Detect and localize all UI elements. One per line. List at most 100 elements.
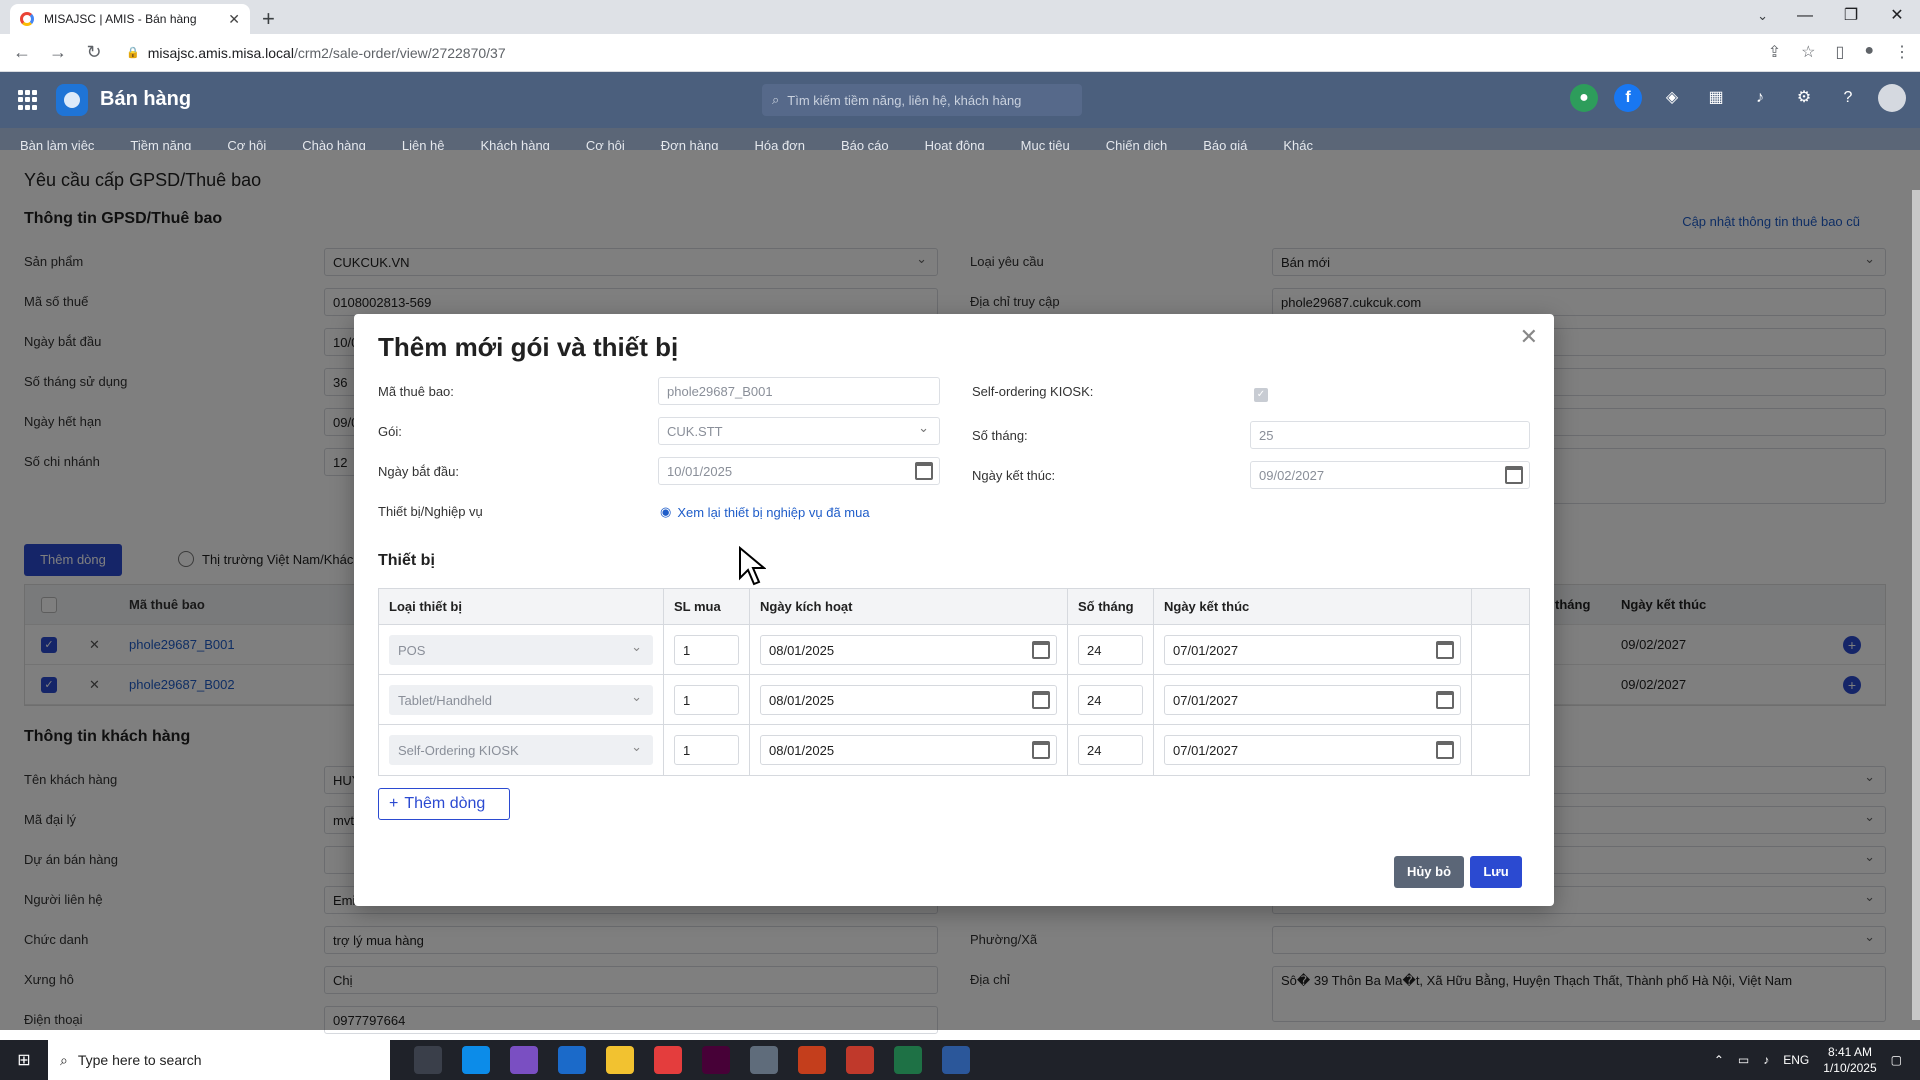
global-search-input[interactable]: ⌕ Tìm kiếm tiềm năng, liên hệ, khách hàn… <box>762 84 1082 116</box>
excel-icon[interactable] <box>894 1046 922 1074</box>
activate-date-input[interactable]: 08/01/2025 <box>760 735 1057 765</box>
taskbar-search-input[interactable]: ⌕ Type here to search <box>48 1040 390 1080</box>
help-icon[interactable]: ? <box>1834 84 1862 112</box>
word-icon[interactable] <box>942 1046 970 1074</box>
close-tab-icon[interactable]: ✕ <box>228 11 240 28</box>
module-tab[interactable]: Cơ hội <box>227 138 266 150</box>
module-tab[interactable]: Bàn làm việc <box>20 138 94 150</box>
site-favicon-icon <box>20 12 34 26</box>
chat-icon[interactable]: ● <box>1570 84 1598 112</box>
end-date-field[interactable]: 09/02/2027 <box>1250 461 1530 489</box>
module-tab[interactable]: Báo cáo <box>841 138 889 150</box>
bell-icon[interactable]: ♪ <box>1746 84 1774 112</box>
calendar-icon[interactable] <box>1032 691 1050 709</box>
app-icon[interactable] <box>846 1046 874 1074</box>
gear-icon[interactable]: ⚙ <box>1790 84 1818 112</box>
notification-icon[interactable]: ▢ <box>1891 1053 1902 1067</box>
calendar-icon[interactable] <box>1436 641 1454 659</box>
share-icon[interactable]: ⇪ <box>1768 42 1781 62</box>
package-select[interactable]: CUK.STT <box>658 417 940 445</box>
edge-icon[interactable] <box>462 1046 490 1074</box>
kiosk-checkbox[interactable]: ✓ <box>1254 388 1268 402</box>
months-input[interactable]: 24 <box>1078 735 1143 765</box>
forward-icon[interactable]: → <box>44 42 72 63</box>
app-launcher-icon[interactable] <box>18 90 38 110</box>
chrome-icon[interactable] <box>750 1046 778 1074</box>
module-tab[interactable]: Hoạt động <box>925 138 985 150</box>
calendar-icon[interactable] <box>1032 641 1050 659</box>
minimize-button[interactable]: — <box>1782 0 1828 34</box>
table-row: Tablet/Handheld 1 08/01/2025 24 07/01/20… <box>379 675 1529 725</box>
qty-input[interactable]: 1 <box>674 635 739 665</box>
device-type-select[interactable]: Tablet/Handheld <box>389 685 653 715</box>
module-tab[interactable]: Cơ hội <box>586 138 625 150</box>
end-date-input[interactable]: 07/01/2027 <box>1164 735 1461 765</box>
visual-studio-icon[interactable] <box>510 1046 538 1074</box>
adobe-xd-icon[interactable] <box>702 1046 730 1074</box>
calendar-icon[interactable]: ▦ <box>1702 84 1730 112</box>
end-date-input[interactable]: 07/01/2027 <box>1164 685 1461 715</box>
calendar-icon[interactable] <box>1436 691 1454 709</box>
app-icon[interactable] <box>654 1046 682 1074</box>
facebook-icon[interactable]: f <box>1614 84 1642 112</box>
qty-input[interactable]: 1 <box>674 685 739 715</box>
start-date-field[interactable]: 10/01/2025 <box>658 457 940 485</box>
box-icon[interactable]: ◈ <box>1658 84 1686 112</box>
avatar[interactable] <box>1878 84 1906 112</box>
mail-icon[interactable] <box>558 1046 586 1074</box>
task-view-icon[interactable] <box>414 1046 442 1074</box>
activate-date-input[interactable]: 08/01/2025 <box>760 635 1057 665</box>
add-device-row-button[interactable]: + Thêm dòng <box>378 788 510 820</box>
new-tab-button[interactable]: + <box>262 6 275 32</box>
module-tab[interactable]: Chào hàng <box>302 138 366 150</box>
months-input[interactable]: 24 <box>1078 635 1143 665</box>
module-tab[interactable]: Khác <box>1283 138 1313 150</box>
profile-icon[interactable]: ● <box>1864 42 1874 62</box>
module-tab[interactable]: Báo giá <box>1203 138 1247 150</box>
cancel-button[interactable]: Hủy bỏ <box>1394 856 1464 888</box>
months-input[interactable]: 24 <box>1078 685 1143 715</box>
clock[interactable]: 8:41 AM 1/10/2025 <box>1823 1044 1876 1076</box>
browser-tab[interactable]: MISAJSC | AMIS - Bán hàng ✕ <box>10 4 250 34</box>
page-scrollbar[interactable] <box>1912 190 1920 1020</box>
module-tab[interactable]: Chiến dịch <box>1106 138 1167 150</box>
network-icon[interactable]: ▭ <box>1738 1053 1749 1067</box>
module-tab[interactable]: Liên hệ <box>402 138 445 150</box>
close-window-button[interactable]: ✕ <box>1874 0 1920 34</box>
activate-date-input[interactable]: 08/01/2025 <box>760 685 1057 715</box>
view-purchased-devices-link[interactable]: ◉ Xem lại thiết bị nghiệp vụ đã mua <box>660 504 870 520</box>
module-tab[interactable]: Đơn hàng <box>661 138 719 150</box>
side-panel-icon[interactable]: ▯ <box>1836 42 1845 62</box>
end-date-input[interactable]: 07/01/2027 <box>1164 635 1461 665</box>
bookmark-star-icon[interactable]: ☆ <box>1801 42 1815 62</box>
close-icon[interactable]: ✕ <box>1520 324 1538 350</box>
volume-icon[interactable]: ♪ <box>1763 1053 1769 1067</box>
maximize-button[interactable]: ❐ <box>1828 0 1874 34</box>
module-tab[interactable]: Mục tiêu <box>1021 138 1070 150</box>
months-field[interactable]: 25 <box>1250 421 1530 449</box>
module-tab[interactable]: Khách hàng <box>481 138 550 150</box>
tab-search-icon[interactable]: ⌄ <box>1757 0 1768 32</box>
reload-icon[interactable]: ↻ <box>80 42 108 63</box>
calendar-icon[interactable] <box>915 462 933 480</box>
chevron-up-icon[interactable]: ⌃ <box>1714 1053 1724 1067</box>
module-nav: Bàn làm việc Tiềm năng Cơ hội Chào hàng Liên… <box>0 128 1920 150</box>
calendar-icon[interactable] <box>1032 741 1050 759</box>
back-icon[interactable]: ← <box>8 42 36 63</box>
module-tab[interactable]: Tiềm năng <box>130 138 191 150</box>
device-type-select[interactable]: Self-Ordering KIOSK <box>389 735 653 765</box>
subscriber-code-field[interactable]: phole29687_B001 <box>658 377 940 405</box>
powerpoint-icon[interactable] <box>798 1046 826 1074</box>
calendar-icon[interactable] <box>1436 741 1454 759</box>
url-field[interactable]: 🔒 misajsc.amis.misa.local /crm2/sale-ord… <box>120 39 1760 67</box>
menu-dots-icon[interactable]: ⋮ <box>1894 42 1910 62</box>
save-button[interactable]: Lưu <box>1470 856 1522 888</box>
language-indicator[interactable]: ENG <box>1783 1053 1809 1067</box>
calendar-icon[interactable] <box>1505 466 1523 484</box>
qty-input[interactable]: 1 <box>674 735 739 765</box>
module-tab[interactable]: Hóa đơn <box>754 138 804 150</box>
file-explorer-icon[interactable] <box>606 1046 634 1074</box>
device-type-select[interactable]: POS <box>389 635 653 665</box>
windows-start-icon[interactable]: ⊞ <box>0 1050 48 1070</box>
kiosk-label: Self-ordering KIOSK: <box>972 384 1094 399</box>
